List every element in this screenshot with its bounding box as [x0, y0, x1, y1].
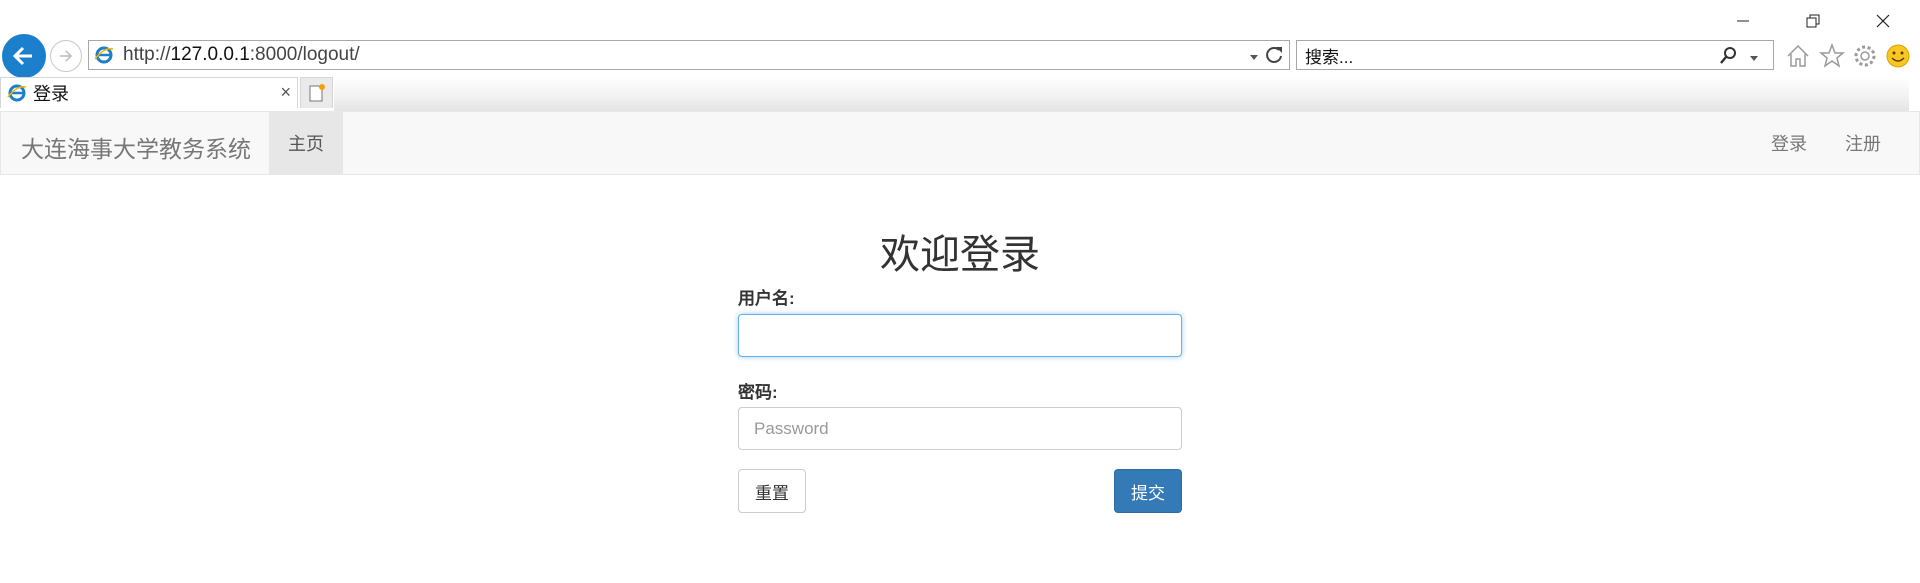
- navbar-brand[interactable]: 大连海事大学教务系统: [21, 130, 251, 164]
- gear-icon[interactable]: [1851, 42, 1879, 70]
- browser-chrome: http://127.0.0.1:8000/logout/ 搜索... 登录 ×: [0, 0, 1920, 111]
- address-bar[interactable]: http://127.0.0.1:8000/logout/: [88, 40, 1290, 70]
- browser-tab[interactable]: 登录 ×: [0, 77, 298, 108]
- search-input[interactable]: 搜索...: [1305, 43, 1353, 68]
- url-scheme: http://: [123, 44, 171, 65]
- smiley-icon[interactable]: [1884, 42, 1912, 70]
- reset-button[interactable]: 重置: [738, 469, 806, 513]
- search-icon[interactable]: [1719, 45, 1739, 65]
- username-input[interactable]: [738, 314, 1182, 357]
- nav-item-register[interactable]: 注册: [1845, 112, 1881, 174]
- home-icon[interactable]: [1784, 42, 1812, 70]
- back-button[interactable]: [2, 34, 46, 78]
- nav-item-login[interactable]: 登录: [1771, 112, 1807, 174]
- minimize-button[interactable]: [1720, 6, 1766, 36]
- address-dropdown-icon[interactable]: [1249, 49, 1259, 67]
- new-tab-icon: [309, 84, 325, 102]
- url-host: 127.0.0.1: [170, 44, 250, 65]
- restore-icon: [1806, 14, 1820, 28]
- close-icon: [1876, 14, 1890, 28]
- password-label: 密码:: [738, 383, 778, 402]
- site-navbar: 大连海事大学教务系统 主页 登录 注册: [0, 111, 1920, 175]
- address-url: http://127.0.0.1:8000/logout/: [123, 44, 360, 66]
- search-box[interactable]: 搜索...: [1296, 40, 1774, 70]
- url-path: :8000/logout/: [249, 44, 360, 65]
- username-label: 用户名:: [738, 289, 795, 308]
- minimize-icon: [1737, 20, 1749, 22]
- star-icon[interactable]: [1818, 42, 1846, 70]
- search-dropdown-icon[interactable]: [1749, 50, 1759, 68]
- tab-strip-background: [334, 77, 1909, 111]
- ie-logo-icon: [7, 83, 27, 103]
- ie-logo-icon: [93, 44, 115, 66]
- submit-button[interactable]: 提交: [1114, 469, 1182, 513]
- refresh-icon[interactable]: [1263, 44, 1285, 66]
- forward-button[interactable]: [50, 40, 82, 72]
- restore-button[interactable]: [1790, 6, 1836, 36]
- password-input[interactable]: [738, 407, 1182, 450]
- tab-title: 登录: [33, 84, 69, 104]
- tab-close-icon[interactable]: ×: [280, 82, 291, 103]
- nav-item-home[interactable]: 主页: [269, 112, 343, 174]
- new-tab-button[interactable]: [300, 77, 333, 108]
- close-window-button[interactable]: [1860, 6, 1906, 36]
- forward-arrow-icon: [60, 50, 73, 62]
- page-title: 欢迎登录: [880, 233, 1040, 277]
- back-arrow-icon: [12, 46, 32, 66]
